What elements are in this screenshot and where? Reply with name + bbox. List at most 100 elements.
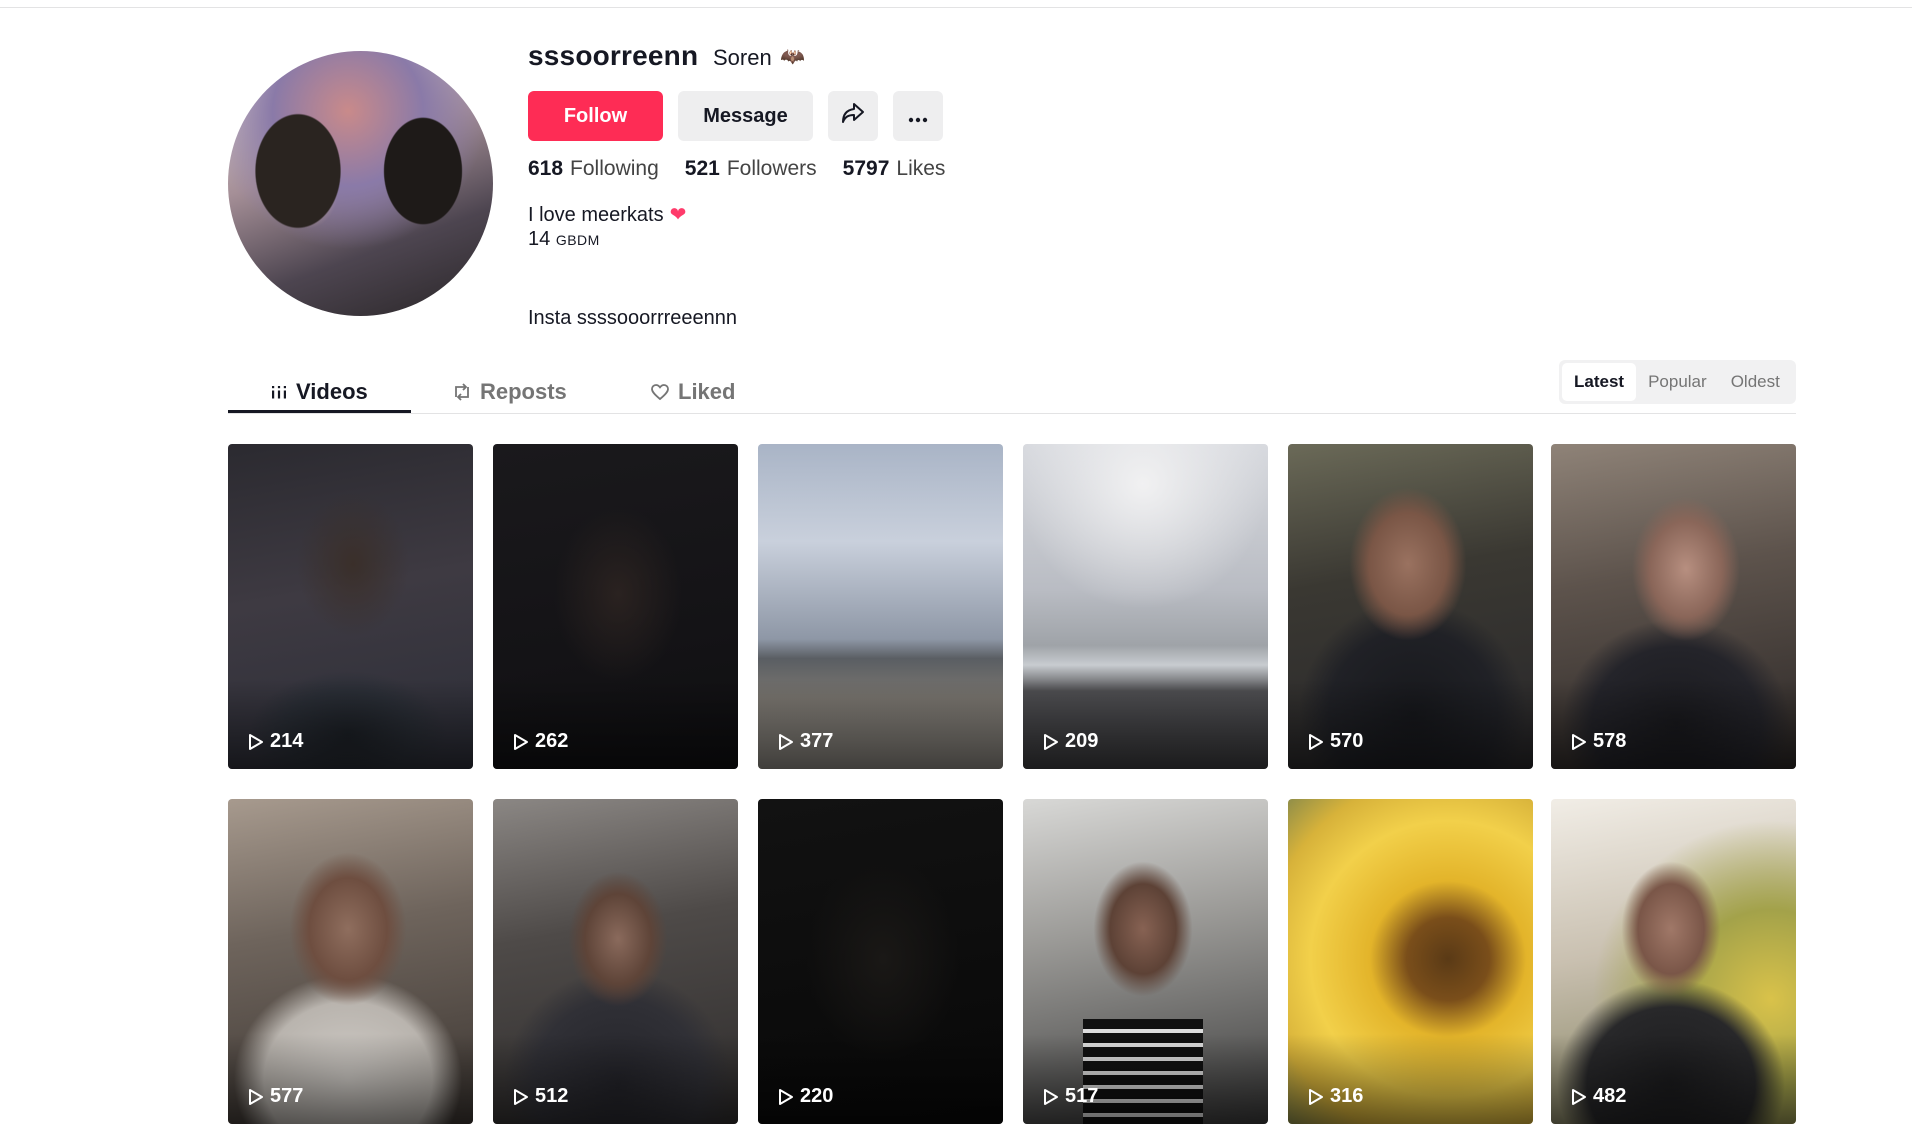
- stat-value: 618: [528, 157, 564, 180]
- view-count-text: 482: [1593, 1085, 1627, 1107]
- thumbnail-shade: [1288, 1034, 1533, 1124]
- thumbnail-shade: [758, 1034, 1003, 1124]
- follow-button[interactable]: Follow: [528, 91, 663, 141]
- stat-label: Followers: [726, 157, 817, 180]
- repost-icon: [452, 382, 472, 402]
- view-count-text: 517: [1065, 1085, 1099, 1107]
- thumbnail-shade: [228, 679, 473, 769]
- view-count: 220: [778, 1085, 833, 1108]
- play-icon: [779, 1088, 793, 1105]
- stat-value: 5797: [842, 157, 890, 180]
- play-icon: [249, 733, 263, 750]
- play-icon: [1309, 733, 1323, 750]
- view-count: 578: [1571, 730, 1626, 753]
- view-count: 316: [1308, 1085, 1363, 1108]
- thumbnail-shade: [493, 679, 738, 769]
- view-count: 577: [248, 1085, 303, 1108]
- stat-value: 521: [684, 157, 720, 180]
- play-icon: [1572, 733, 1586, 750]
- tab-label: Liked: [678, 379, 736, 404]
- view-count: 512: [513, 1085, 568, 1108]
- heart-outline-icon: [650, 383, 670, 401]
- sort-oldest[interactable]: Oldest: [1719, 363, 1792, 401]
- bio-tag: GBDM: [555, 232, 600, 248]
- view-count-text: 577: [270, 1085, 304, 1107]
- tab-videos[interactable]: Videos: [270, 371, 368, 413]
- bio-number: 14: [528, 228, 551, 250]
- video-card[interactable]: 209: [1023, 444, 1268, 769]
- play-icon: [249, 1088, 263, 1105]
- view-count-text: 570: [1330, 730, 1364, 752]
- video-card[interactable]: 517: [1023, 799, 1268, 1124]
- profile-avatar[interactable]: [228, 51, 493, 316]
- username: sssoorreenn: [528, 40, 699, 71]
- view-count-text: 578: [1593, 730, 1627, 752]
- view-count-text: 377: [800, 730, 834, 752]
- video-card[interactable]: 578: [1551, 444, 1796, 769]
- stat-label: Likes: [896, 157, 946, 180]
- more-icon: [908, 103, 928, 129]
- video-card[interactable]: 577: [228, 799, 473, 1124]
- sort-popular[interactable]: Popular: [1636, 363, 1719, 401]
- thumbnail-shade: [758, 679, 1003, 769]
- video-card[interactable]: 316: [1288, 799, 1533, 1124]
- view-count-text: 262: [535, 730, 569, 752]
- view-count: 377: [778, 730, 833, 753]
- thumbnail-shade: [228, 1034, 473, 1124]
- play-icon: [1309, 1088, 1323, 1105]
- nickname: Soren: [713, 45, 772, 70]
- bio-line: 14 GBDM: [528, 228, 600, 251]
- thumbnail-shade: [1551, 679, 1796, 769]
- nickname-emoji: 🦇: [780, 46, 805, 68]
- stat-label: Following: [570, 157, 659, 180]
- top-divider: [0, 7, 1912, 8]
- play-icon: [514, 733, 528, 750]
- grid-icon: [270, 383, 288, 401]
- share-button[interactable]: [828, 91, 878, 141]
- thumbnail-shade: [1288, 679, 1533, 769]
- video-card[interactable]: 482: [1551, 799, 1796, 1124]
- thumbnail-shade: [493, 1034, 738, 1124]
- tab-liked[interactable]: Liked: [650, 371, 735, 413]
- profile-stats: 618 Following 521 Followers 5797 Likes: [528, 157, 945, 181]
- sort-latest[interactable]: Latest: [1562, 363, 1637, 401]
- view-count: 570: [1308, 730, 1363, 753]
- bio-line: Insta ssssooorrreeennn: [528, 307, 738, 329]
- video-card[interactable]: 570: [1288, 444, 1533, 769]
- video-card[interactable]: 220: [758, 799, 1003, 1124]
- view-count-text: 316: [1330, 1085, 1364, 1107]
- message-button[interactable]: Message: [678, 91, 813, 141]
- stat-following[interactable]: 618 Following: [528, 157, 659, 181]
- heart-icon: ❤: [669, 204, 687, 226]
- bio-text: I love meerkats: [528, 204, 664, 226]
- view-count-text: 209: [1065, 730, 1099, 752]
- view-count: 517: [1043, 1085, 1098, 1108]
- play-icon: [514, 1088, 528, 1105]
- sort-toggle: Latest Popular Oldest: [1559, 360, 1796, 404]
- view-count-text: 220: [800, 1085, 834, 1107]
- share-icon: [841, 102, 865, 130]
- video-card[interactable]: 262: [493, 444, 738, 769]
- thumbnail-shade: [1551, 1034, 1796, 1124]
- play-icon: [1044, 1088, 1058, 1105]
- play-icon: [779, 733, 793, 750]
- view-count: 262: [513, 730, 568, 753]
- tab-label: Reposts: [480, 379, 567, 404]
- thumbnail-shade: [1023, 679, 1268, 769]
- play-icon: [1044, 733, 1058, 750]
- video-card[interactable]: 377: [758, 444, 1003, 769]
- bio-line: I love meerkats ❤: [528, 202, 686, 227]
- view-count: 482: [1571, 1085, 1626, 1108]
- view-count-text: 214: [270, 730, 304, 752]
- view-count: 214: [248, 730, 303, 753]
- tab-label: Videos: [296, 379, 368, 404]
- view-count: 209: [1043, 730, 1098, 753]
- stat-followers[interactable]: 521 Followers: [685, 157, 817, 181]
- video-card[interactable]: 214: [228, 444, 473, 769]
- more-button[interactable]: [893, 91, 943, 141]
- video-card[interactable]: 512: [493, 799, 738, 1124]
- tabs-divider: [228, 413, 1796, 414]
- play-icon: [1572, 1088, 1586, 1105]
- tab-reposts[interactable]: Reposts: [452, 371, 567, 413]
- stat-likes: 5797 Likes: [843, 157, 946, 181]
